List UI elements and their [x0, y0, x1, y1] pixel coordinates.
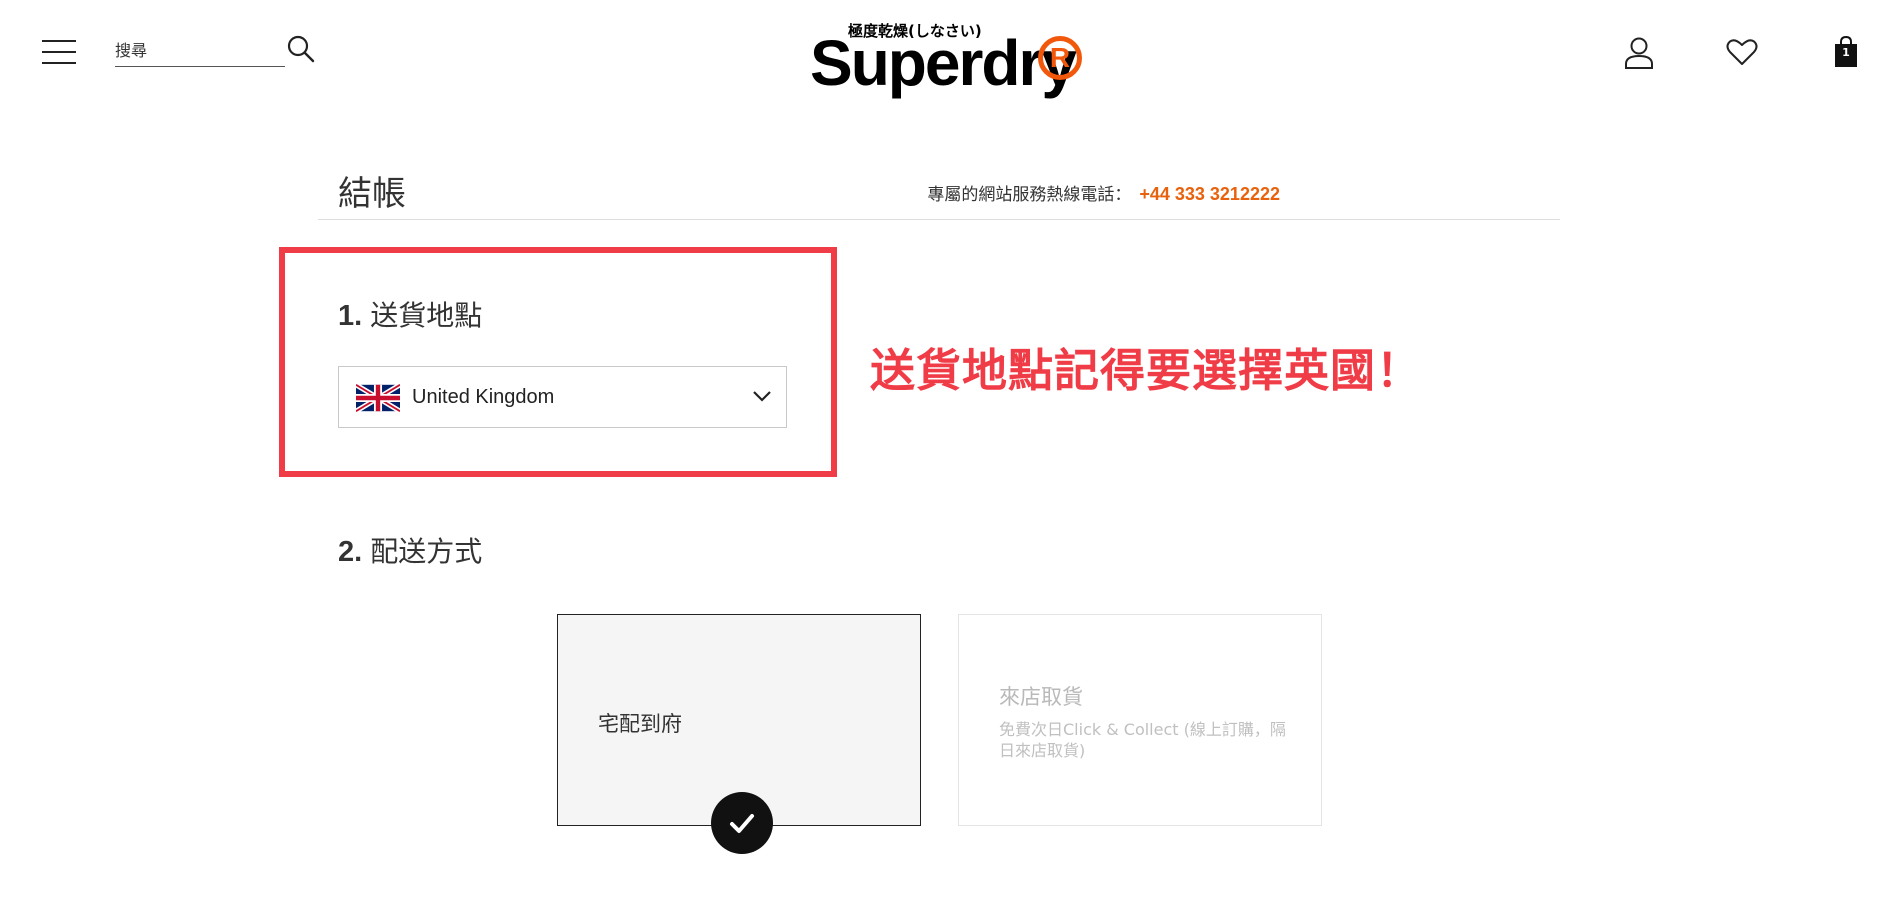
option-description: 免費次日Click & Collect (線上訂購，隔日來店取貨): [999, 720, 1286, 760]
hotline-number[interactable]: +44 333 3212222: [1139, 184, 1280, 204]
hotline-label: 專屬的網站服務熱線電話：: [927, 185, 1132, 205]
step-number: 2.: [338, 536, 363, 568]
selected-check-icon[interactable]: [711, 792, 773, 854]
divider: [318, 219, 1560, 220]
step-title: 配送方式: [370, 535, 483, 568]
search-icon[interactable]: [286, 34, 316, 64]
menu-icon[interactable]: [42, 40, 76, 68]
country-select[interactable]: United Kingdom: [338, 366, 787, 428]
annotation-highlight-box: [279, 247, 837, 477]
heart-icon[interactable]: [1726, 38, 1758, 66]
selected-country: United Kingdom: [412, 386, 555, 408]
logo-wordmark: Superdry: [810, 27, 1077, 99]
annotation-text: 送貨地點記得要選擇英國！: [870, 344, 1423, 397]
step-title: 送貨地點: [370, 299, 483, 332]
search-field[interactable]: [115, 36, 285, 67]
delivery-method-heading: 2. 配送方式: [338, 530, 482, 570]
registered-mark: R: [1038, 36, 1082, 80]
uk-flag-icon: [356, 384, 400, 412]
option-label: 來店取貨: [999, 685, 1083, 709]
shopping-bag-icon[interactable]: 1: [1834, 35, 1858, 68]
shipping-destination-heading: 1. 送貨地點: [338, 294, 482, 334]
page-title: 結帳: [338, 174, 406, 214]
chevron-down-icon: [753, 391, 771, 402]
store-pickup-option[interactable]: 來店取貨 免費次日Click & Collect (線上訂購，隔日來店取貨): [958, 614, 1322, 826]
step-number: 1.: [338, 300, 363, 332]
superdry-logo[interactable]: 極度乾燥(しなさい) Superdry R: [810, 18, 1090, 99]
bag-count: 1: [1842, 46, 1850, 59]
option-label: 宅配到府: [598, 712, 682, 736]
support-hotline: 專屬的網站服務熱線電話： +44 333 3212222: [927, 180, 1280, 205]
search-input[interactable]: [115, 36, 285, 64]
account-icon[interactable]: [1624, 36, 1654, 70]
